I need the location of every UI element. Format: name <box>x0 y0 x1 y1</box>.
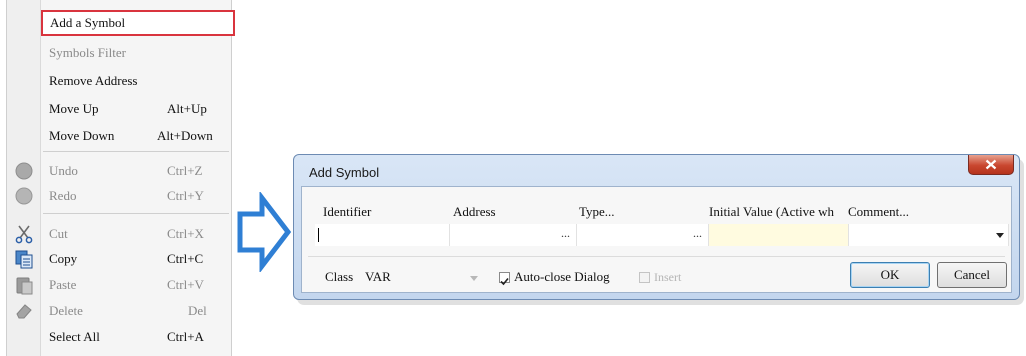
menu-item-move-up[interactable]: Move Up Alt+Up <box>40 97 232 121</box>
menu-item-label: Add a Symbol <box>50 15 126 30</box>
auto-close-checkbox[interactable] <box>499 272 510 286</box>
context-menu: Add a Symbol Symbols Filter Remove Addre… <box>6 0 235 356</box>
identifier-input[interactable] <box>315 224 450 246</box>
menu-item-label: Copy <box>49 251 78 266</box>
column-header-identifier: Identifier <box>323 204 372 219</box>
redo-icon <box>15 187 33 205</box>
menu-item-shortcut: Ctrl+V <box>167 277 204 292</box>
insert-label: Insert <box>654 270 682 284</box>
menu-item-label: Remove Address <box>49 73 138 88</box>
menu-item-label: Paste <box>49 277 77 292</box>
menu-item-shortcut: Alt+Down <box>157 128 213 143</box>
menu-item-copy[interactable]: Copy Ctrl+C <box>40 247 232 271</box>
menu-item-shortcut: Ctrl+X <box>167 226 204 241</box>
menu-item-label: Redo <box>49 188 77 203</box>
close-button[interactable] <box>968 155 1014 175</box>
insert-checkbox[interactable] <box>639 272 650 283</box>
class-label: Class <box>325 269 354 284</box>
menu-item-delete[interactable]: Delete Del <box>40 299 232 323</box>
type-input[interactable]: ... <box>577 224 709 246</box>
menu-item-shortcut: Ctrl+A <box>167 329 204 344</box>
comment-input[interactable] <box>849 224 1009 246</box>
menu-item-paste[interactable]: Paste Ctrl+V <box>40 273 232 297</box>
menu-item-label: Undo <box>49 163 78 178</box>
column-header-type: Type... <box>579 204 615 219</box>
right-arrow-icon <box>237 192 292 272</box>
menu-separator <box>43 151 229 152</box>
menu-item-label: Move Down <box>49 128 115 143</box>
ok-button[interactable]: OK <box>850 262 930 288</box>
divider <box>308 256 1005 257</box>
dialog-client-area: Identifier Address Type... Initial Value… <box>301 186 1012 293</box>
symbol-input-row: ... ... <box>315 224 1009 246</box>
class-select[interactable]: VAR <box>365 269 391 285</box>
cancel-button[interactable]: Cancel <box>937 262 1007 288</box>
paste-icon <box>16 277 33 295</box>
menu-item-undo[interactable]: Undo Ctrl+Z <box>40 159 232 183</box>
cancel-button-label: Cancel <box>953 267 991 282</box>
chevron-down-icon[interactable] <box>996 233 1004 238</box>
copy-icon <box>15 250 33 269</box>
checkmark-icon <box>500 277 509 286</box>
menu-item-label: Delete <box>49 303 83 318</box>
menu-item-label: Cut <box>49 226 68 241</box>
menu-item-select-all[interactable]: Select All Ctrl+A <box>40 325 232 349</box>
menu-item-shortcut: Ctrl+Z <box>167 163 203 178</box>
ok-button-label: OK <box>880 267 900 282</box>
menu-item-label: Move Up <box>49 101 99 116</box>
menu-item-move-down[interactable]: Move Down Alt+Down <box>40 124 232 148</box>
column-header-address: Address <box>453 204 496 219</box>
address-input[interactable]: ... <box>450 224 577 246</box>
menu-item-shortcut: Ctrl+Y <box>167 188 204 203</box>
menu-item-remove-address[interactable]: Remove Address <box>40 69 232 93</box>
menu-item-symbols-filter[interactable]: Symbols Filter <box>40 41 232 65</box>
column-header-initial-value: Initial Value (Active wh <box>709 204 835 219</box>
dialog-title: Add Symbol <box>309 165 380 180</box>
menu-item-label: Select All <box>49 329 100 344</box>
type-browse-button[interactable]: ... <box>693 226 702 241</box>
menu-item-cut[interactable]: Cut Ctrl+X <box>40 222 232 246</box>
menu-item-shortcut: Del <box>188 303 207 318</box>
menu-item-label: Symbols Filter <box>49 45 126 60</box>
text-caret <box>318 228 319 242</box>
chevron-down-icon[interactable] <box>470 276 478 281</box>
undo-icon <box>15 162 33 180</box>
column-header-comment: Comment... <box>848 204 910 219</box>
scissors-icon <box>15 225 33 244</box>
add-symbol-dialog: Add Symbol Identifier Address Type... In… <box>293 154 1020 300</box>
menu-item-redo[interactable]: Redo Ctrl+Y <box>40 184 232 208</box>
menu-item-add-a-symbol[interactable]: Add a Symbol <box>41 10 235 36</box>
initial-value-input[interactable] <box>709 224 849 246</box>
menu-item-shortcut: Ctrl+C <box>167 251 204 266</box>
eraser-icon <box>16 304 32 319</box>
close-icon <box>985 159 997 170</box>
menu-item-shortcut: Alt+Up <box>167 101 207 116</box>
auto-close-label: Auto-close Dialog <box>514 269 610 284</box>
menu-separator <box>43 213 229 214</box>
address-browse-button[interactable]: ... <box>561 226 570 241</box>
